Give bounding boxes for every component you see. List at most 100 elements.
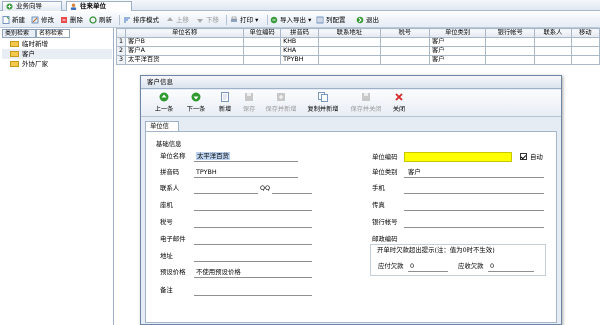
table-row[interactable]: 3 太平洋百货 TPYBH 客户: [115, 55, 600, 65]
qq-label: QQ: [260, 184, 271, 192]
debt-warning-title: 开单时欠款超出提示(注：值为0时不生效): [376, 246, 496, 254]
edit-label: 修改: [41, 16, 54, 24]
pinyin-input[interactable]: TPYBH: [196, 168, 217, 176]
column-header[interactable]: 单位类别: [428, 28, 487, 38]
customer-info-dialog: 客户信息 上一条 下一条 新增 保存 保存并新增 复制并新增 保存并关闭 关闭 …: [140, 75, 562, 325]
button-label: 下一条: [186, 106, 206, 113]
print-button[interactable]: 打印 ▾: [230, 15, 258, 25]
bank-account-input[interactable]: [406, 218, 536, 226]
column-header[interactable]: 移动: [570, 28, 600, 38]
tab-name-search[interactable]: 名称检索: [36, 29, 70, 38]
mobile-label: 手机: [372, 184, 385, 192]
fax-label: 传真: [372, 201, 385, 209]
dialog-title-bar[interactable]: 客户信息: [141, 76, 561, 89]
receivable-debt-input[interactable]: 0: [490, 262, 494, 270]
column-header[interactable]: 单位名称: [125, 28, 245, 38]
column-config-button[interactable]: 列配置: [316, 15, 346, 25]
tab-label: 往来单位: [80, 2, 106, 10]
move-up-label: 上移: [176, 16, 189, 24]
postcode-label: 邮政编码: [372, 235, 398, 243]
unit-name-value: 太平洋百货: [196, 152, 230, 160]
refresh-button[interactable]: 刷新: [89, 15, 112, 25]
save-button[interactable]: 保存: [239, 92, 259, 116]
copy-and-new-button[interactable]: 复制并新增: [303, 92, 343, 116]
tab-business-guide[interactable]: 业务向导: [2, 1, 62, 11]
exit-button[interactable]: 退出: [356, 15, 379, 25]
table-cell: 太平洋百货: [125, 55, 245, 65]
table-cell: [318, 55, 381, 65]
tab-category-search[interactable]: 类别检索: [2, 29, 36, 38]
table-cell: [318, 46, 381, 56]
next-record-button[interactable]: 下一条: [183, 92, 209, 116]
main-tab-bar: 业务向导 往来单位: [0, 0, 600, 11]
sort-icon: [124, 17, 130, 23]
preset-price-select[interactable]: 不使用预设价格: [196, 268, 241, 276]
exit-icon: [356, 16, 364, 24]
postcode-input[interactable]: [406, 235, 536, 243]
payable-debt-input[interactable]: 0: [410, 262, 414, 270]
tab-unit-info[interactable]: 单位信息: [145, 121, 179, 139]
table-cell: KHB: [280, 37, 320, 47]
email-input[interactable]: [198, 235, 308, 243]
row-number: 1: [115, 37, 127, 47]
move-down-button[interactable]: 下移: [196, 15, 219, 25]
column-header[interactable]: 联系人: [534, 28, 572, 38]
remark-input[interactable]: [198, 286, 308, 294]
table-cell: [534, 55, 572, 65]
section-title: 基础信息: [156, 140, 182, 148]
button-label: 上一条: [154, 106, 174, 113]
landline-input[interactable]: [198, 201, 308, 209]
tree-item-temp[interactable]: 临时新增: [2, 39, 112, 49]
button-label: 保存并关闭: [350, 106, 382, 113]
unit-category-select[interactable]: 客户: [408, 168, 421, 176]
import-export-label: 导入导出: [280, 16, 306, 24]
button-label: 保存并新增: [265, 106, 297, 113]
tree-item-customer[interactable]: 客户: [2, 49, 112, 59]
category-tree: 临时新增 客户 外协厂家: [2, 39, 112, 69]
new-button[interactable]: 新建: [2, 15, 25, 25]
save-close-icon: [362, 93, 370, 101]
edit-icon: [31, 16, 39, 24]
delete-icon: [61, 17, 67, 23]
printer-icon: [231, 16, 237, 22]
prev-record-button[interactable]: 上一条: [151, 92, 177, 116]
qq-input[interactable]: [272, 184, 298, 192]
table-cell: [570, 55, 600, 65]
import-export-button[interactable]: 导入导出 ▾: [270, 15, 311, 25]
edit-button[interactable]: 修改: [31, 15, 54, 25]
contact-input[interactable]: [198, 184, 254, 192]
fax-input[interactable]: [406, 201, 536, 209]
unit-code-input[interactable]: [404, 152, 512, 162]
address-input[interactable]: [198, 252, 308, 260]
tax-number-input[interactable]: [198, 218, 308, 226]
tab-contacts[interactable]: 往来单位: [66, 1, 132, 11]
delete-button[interactable]: 删除: [60, 15, 83, 25]
copy-icon: [318, 92, 328, 102]
unit-name-input[interactable]: 太平洋百货: [196, 152, 230, 160]
move-up-button[interactable]: 上移: [166, 15, 189, 25]
save-and-close-button[interactable]: 保存并关闭: [346, 92, 386, 116]
button-label: 新增: [218, 106, 232, 113]
table-cell: [379, 46, 430, 56]
column-header[interactable]: 联系地址: [318, 28, 381, 38]
tree-item-outsourcing[interactable]: 外协厂家: [2, 59, 112, 69]
column-header[interactable]: 拼音码: [280, 28, 320, 38]
sort-mode-button[interactable]: 排序模式: [123, 15, 159, 25]
table-row[interactable]: 2 客户A KHA 客户: [115, 46, 600, 56]
column-header[interactable]: 单位编码: [243, 28, 282, 38]
close-button[interactable]: 关闭: [389, 92, 409, 116]
column-header[interactable]: 银行帐号: [485, 28, 536, 38]
table-cell: [534, 37, 572, 47]
auto-code-checkbox[interactable]: [520, 153, 527, 160]
table-row[interactable]: 1 客户B KHB 客户: [115, 37, 600, 47]
sort-mode-label: 排序模式: [133, 16, 159, 24]
add-button[interactable]: 新增: [215, 92, 235, 116]
refresh-label: 刷新: [99, 16, 112, 24]
folder-icon: [10, 51, 19, 57]
save-and-new-button[interactable]: 保存并新增: [261, 92, 301, 116]
tax-number-label: 税号: [160, 218, 173, 226]
auto-code-label: 自动: [530, 153, 543, 161]
column-header[interactable]: [115, 28, 127, 38]
column-header[interactable]: 税号: [379, 28, 430, 38]
mobile-input[interactable]: [406, 184, 536, 192]
